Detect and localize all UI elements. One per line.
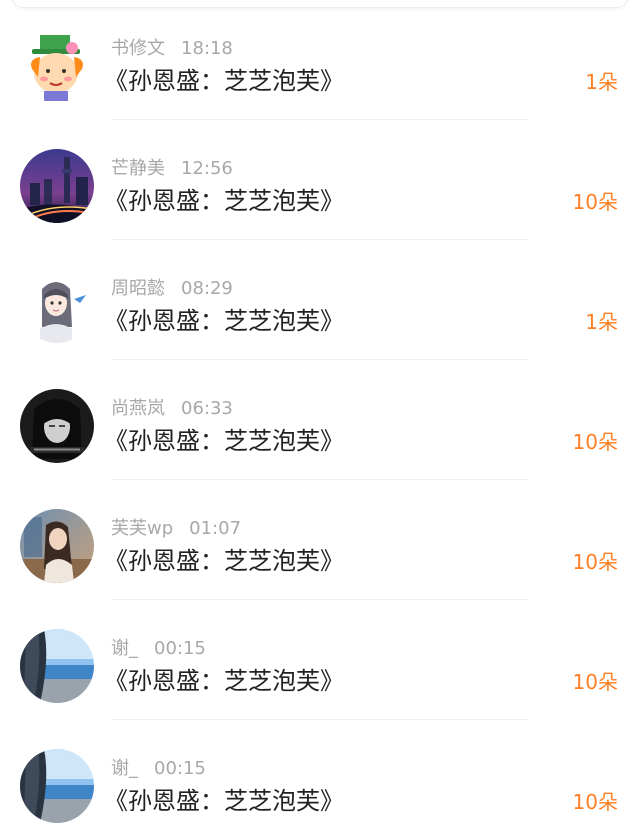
flower-count: 1朵 bbox=[585, 310, 618, 334]
user-name[interactable]: 谢_ bbox=[111, 638, 138, 659]
gift-title: 《孙恩盛：芝芝泡芙》 bbox=[104, 427, 344, 455]
item-meta: 尚燕岚 06:33 bbox=[111, 396, 233, 422]
list-item[interactable]: 尚燕岚 06:33 《孙恩盛：芝芝泡芙》 10朵 bbox=[0, 360, 640, 480]
flower-count: 10朵 bbox=[572, 790, 618, 814]
timestamp: 18:18 bbox=[181, 38, 233, 59]
sea-photo-avatar-icon[interactable] bbox=[20, 629, 94, 703]
item-meta: 芒静美 12:56 bbox=[111, 156, 233, 182]
gift-title: 《孙恩盛：芝芝泡芙》 bbox=[104, 67, 344, 95]
user-name[interactable]: 周昭懿 bbox=[111, 278, 165, 299]
user-name[interactable]: 芙芙wp bbox=[111, 518, 173, 539]
flower-count: 10朵 bbox=[572, 550, 618, 574]
item-meta: 谢_ 00:15 bbox=[111, 756, 206, 782]
gift-title: 《孙恩盛：芝芝泡芙》 bbox=[104, 787, 344, 815]
user-name[interactable]: 书修文 bbox=[111, 38, 165, 59]
flower-count: 10朵 bbox=[572, 430, 618, 454]
timestamp: 12:56 bbox=[181, 158, 233, 179]
flower-count: 10朵 bbox=[572, 190, 618, 214]
timestamp: 06:33 bbox=[181, 398, 233, 419]
item-meta: 书修文 18:18 bbox=[111, 36, 233, 62]
dark-portrait-avatar-icon[interactable] bbox=[20, 389, 94, 463]
list-item[interactable]: 周昭懿 08:29 《孙恩盛：芝芝泡芙》 1朵 bbox=[0, 240, 640, 360]
timestamp: 00:15 bbox=[154, 638, 206, 659]
gift-title: 《孙恩盛：芝芝泡芙》 bbox=[104, 187, 344, 215]
cartoon-clown-avatar-icon[interactable] bbox=[20, 29, 94, 103]
timestamp: 01:07 bbox=[189, 518, 242, 539]
item-meta: 周昭懿 08:29 bbox=[111, 276, 233, 302]
list-item[interactable]: 芒静美 12:56 《孙恩盛：芝芝泡芙》 10朵 bbox=[0, 120, 640, 240]
gift-title: 《孙恩盛：芝芝泡芙》 bbox=[104, 667, 344, 695]
sea-photo-avatar-icon[interactable] bbox=[20, 749, 94, 823]
item-meta: 芙芙wp 01:07 bbox=[111, 516, 241, 542]
list-item[interactable]: 芙芙wp 01:07 《孙恩盛：芝芝泡芙》 10朵 bbox=[0, 480, 640, 600]
gift-title: 《孙恩盛：芝芝泡芙》 bbox=[104, 307, 344, 335]
list-item[interactable]: 谢_ 00:15 《孙恩盛：芝芝泡芙》 10朵 bbox=[0, 720, 640, 840]
user-name[interactable]: 谢_ bbox=[111, 758, 138, 779]
user-name[interactable]: 芒静美 bbox=[111, 158, 165, 179]
user-name[interactable]: 尚燕岚 bbox=[111, 398, 165, 419]
timestamp: 08:29 bbox=[181, 278, 233, 299]
list-item[interactable]: 书修文 18:18 《孙恩盛：芝芝泡芙》 1朵 bbox=[0, 0, 640, 120]
anime-girl-avatar-icon[interactable] bbox=[20, 269, 94, 343]
timestamp: 00:15 bbox=[154, 758, 206, 779]
girl-photo-avatar-icon[interactable] bbox=[20, 509, 94, 583]
list-item[interactable]: 谢_ 00:15 《孙恩盛：芝芝泡芙》 10朵 bbox=[0, 600, 640, 720]
gift-title: 《孙恩盛：芝芝泡芙》 bbox=[104, 547, 344, 575]
flower-count: 1朵 bbox=[585, 70, 618, 94]
city-night-avatar-icon[interactable] bbox=[20, 149, 94, 223]
flower-count: 10朵 bbox=[572, 670, 618, 694]
item-meta: 谢_ 00:15 bbox=[111, 636, 206, 662]
